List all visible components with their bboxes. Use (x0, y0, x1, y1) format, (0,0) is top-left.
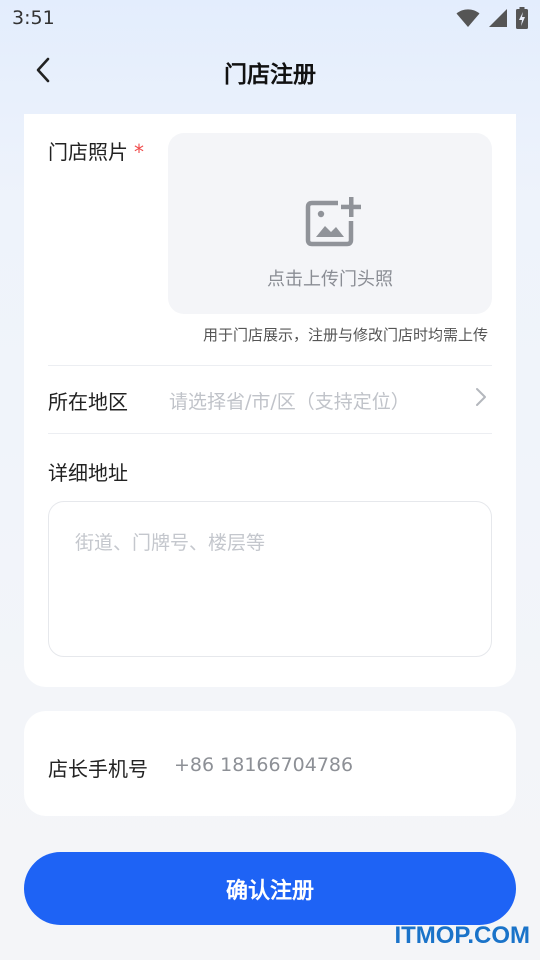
phone-label: 店长手机号 (48, 757, 148, 781)
divider (48, 433, 492, 434)
region-label: 所在地区 (48, 390, 128, 414)
store-info-card: 门店照片 * 点击上传门头照 用于门店展示，注册与修改门店时均需上传 所在地区 请… (24, 114, 516, 687)
nav-bar: 门店注册 (0, 40, 540, 100)
address-placeholder: 街道、门牌号、楼层等 (75, 532, 266, 554)
status-bar: 3:51 (0, 0, 540, 36)
confirm-register-label: 确认注册 (225, 878, 314, 904)
watermark: ITMOP.COM (394, 922, 530, 949)
battery-charging-icon (516, 7, 528, 29)
phone-value: +86 18166704786 (174, 754, 354, 776)
region-placeholder: 请选择省/市/区（支持定位） (169, 391, 410, 413)
chevron-right-icon (476, 388, 486, 406)
required-mark: * (134, 140, 144, 164)
store-photo-label: 门店照片 * (48, 136, 144, 165)
phone-card: 店长手机号 +86 18166704786 (24, 711, 516, 816)
cell-signal-icon (489, 9, 507, 27)
status-icons (456, 6, 528, 30)
address-input[interactable]: 街道、门牌号、楼层等 (48, 501, 492, 657)
add-photo-icon (305, 197, 361, 247)
photo-hint: 用于门店展示，注册与修改门店时均需上传 (202, 326, 488, 344)
page-title: 门店注册 (224, 62, 316, 88)
region-selector[interactable]: 所在地区 请选择省/市/区（支持定位） (48, 366, 492, 430)
upload-photo-text: 点击上传门头照 (267, 269, 393, 290)
wifi-icon (456, 9, 480, 27)
store-photo-label-text: 门店照片 (48, 140, 128, 164)
address-label: 详细地址 (48, 461, 128, 485)
upload-photo-button[interactable]: 点击上传门头照 (168, 133, 492, 314)
status-time: 3:51 (12, 7, 55, 29)
confirm-register-button[interactable]: 确认注册 (24, 852, 516, 925)
